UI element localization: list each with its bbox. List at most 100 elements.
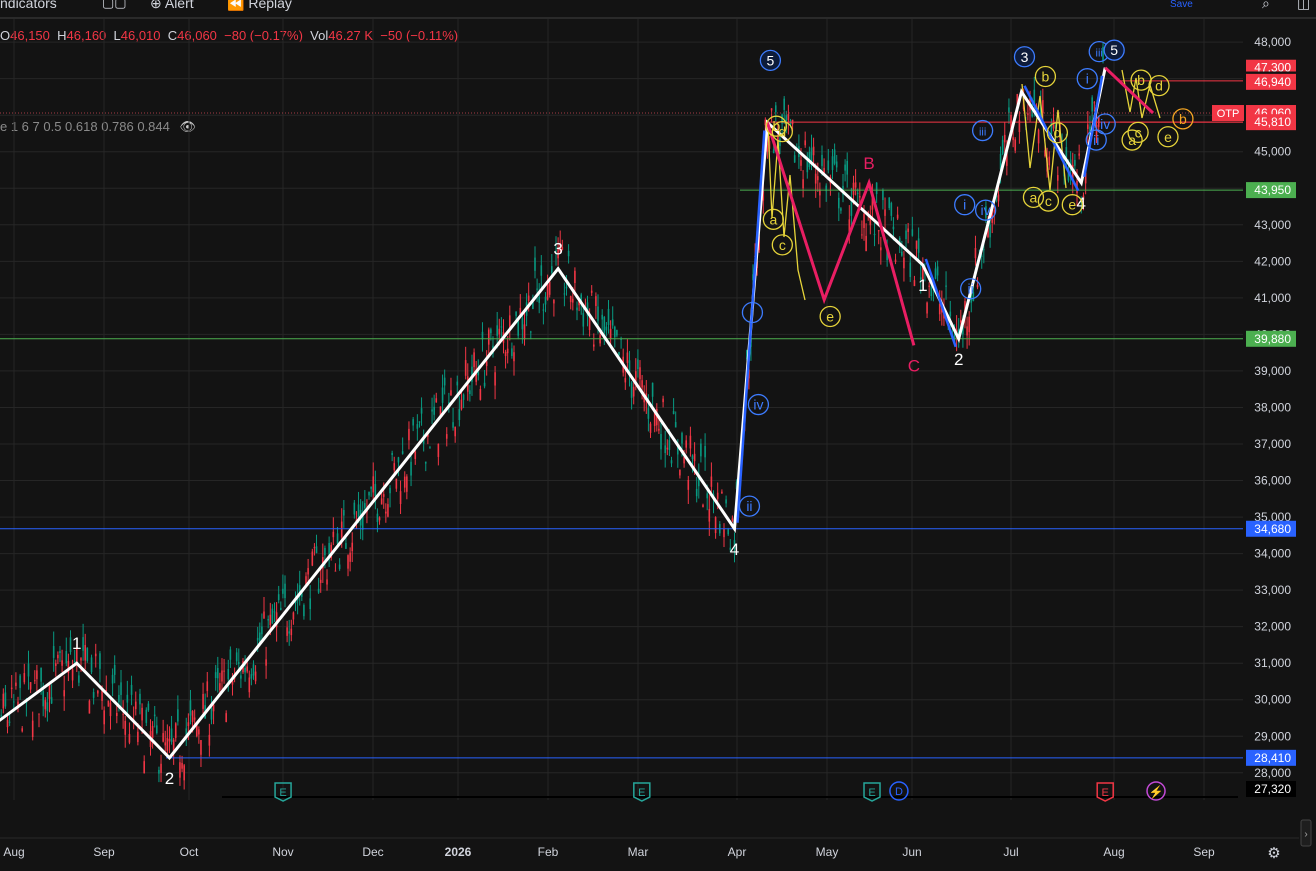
candle-body — [1027, 113, 1029, 115]
circled-label: iii — [971, 119, 994, 142]
candle-body — [456, 381, 459, 386]
candle-body — [852, 182, 855, 195]
candle-body — [187, 722, 190, 726]
candle-body — [399, 491, 402, 505]
price-label: 39,880 — [1246, 330, 1296, 347]
candle-body — [731, 518, 734, 521]
label-text: ii — [746, 498, 752, 514]
candle-body — [122, 714, 124, 716]
candle-body — [462, 394, 465, 400]
label-text: b — [1042, 68, 1050, 84]
candle-body — [637, 359, 639, 370]
candle-body — [445, 434, 448, 439]
candle-body — [574, 270, 576, 284]
earnings-icon[interactable]: E — [633, 782, 651, 802]
candle-body — [303, 604, 305, 617]
label-text: ii — [968, 281, 974, 297]
candle-body — [1003, 134, 1006, 143]
circled-label: c — [771, 234, 793, 256]
x-tick-label: Jul — [1003, 845, 1018, 859]
settings-gear-icon[interactable]: ⚙ — [1267, 845, 1280, 862]
dividend-icon[interactable]: D — [889, 781, 909, 801]
candle-body — [250, 674, 253, 679]
marker-text: E — [279, 787, 286, 799]
x-tick-label: Jun — [902, 845, 921, 859]
candle-body — [647, 408, 650, 419]
candle-body — [997, 194, 1000, 202]
candle-body — [382, 494, 385, 497]
candle-body — [835, 161, 838, 168]
candle-body — [915, 240, 918, 249]
y-tick-label: 34,000 — [1254, 547, 1291, 561]
candle-body — [380, 498, 383, 505]
label-text: b — [1179, 111, 1187, 127]
candle-body — [0, 715, 3, 717]
wave-labels: 1234124BC — [72, 154, 1086, 788]
candle-body — [511, 348, 513, 357]
candle-body — [158, 769, 160, 774]
candle-body — [88, 700, 91, 714]
candle-body — [716, 492, 719, 499]
candle-body — [94, 653, 97, 657]
candle-body — [263, 611, 265, 619]
label-text: i — [1086, 71, 1089, 87]
candle-body — [706, 493, 708, 499]
candle-body — [202, 693, 204, 709]
candle-body — [433, 406, 435, 415]
primary-wave-line[interactable] — [0, 67, 1107, 761]
candle-body — [4, 692, 7, 707]
candle-body — [479, 389, 482, 400]
candle-body — [15, 682, 17, 686]
candle-body — [565, 286, 568, 289]
wave-label: 1 — [918, 276, 927, 295]
x-tick-label: Aug — [3, 845, 24, 859]
candle-body — [90, 657, 93, 673]
impulse-wave-line[interactable] — [924, 258, 957, 348]
flash-icon[interactable]: ⚡ — [1146, 781, 1166, 801]
candle-body — [50, 697, 53, 704]
candle-body — [515, 311, 517, 316]
candle-body — [846, 160, 849, 175]
candle-body — [614, 326, 616, 338]
candle-body — [590, 290, 593, 293]
candle-body — [311, 551, 314, 566]
label-text: iv — [753, 397, 763, 413]
candle-body — [10, 687, 13, 690]
earnings-icon[interactable]: E — [1096, 782, 1114, 802]
candle-body — [529, 331, 532, 333]
candle-body — [452, 422, 454, 428]
price-axis[interactable]: 28,000 29,000 30,000 31,000 32,000 33,000 34,0… — [1244, 19, 1316, 801]
candle-body — [36, 670, 38, 680]
candle-body — [490, 329, 492, 334]
candle-body — [429, 447, 431, 449]
candle-body — [46, 702, 49, 712]
corrective-wave-line[interactable] — [765, 122, 916, 346]
candle-body — [793, 155, 796, 163]
circled-label: 3 — [1013, 46, 1036, 68]
label-text: 5 — [766, 52, 774, 68]
candle-body — [666, 447, 669, 450]
candle-body — [538, 296, 540, 303]
time-axis[interactable]: Aug Sep Oct Nov Dec 2026 Feb Mar Apr May Jun Jul Aug… — [0, 837, 1299, 859]
candle-body — [6, 720, 9, 728]
price-chart[interactable]: 1234124BC5iiivibdaceiiiiviii3ba cdeiiiiii… — [0, 0, 1316, 871]
candle-body — [391, 453, 393, 455]
candles — [0, 42, 1104, 790]
candle-body — [567, 250, 570, 257]
candle-body — [61, 660, 63, 666]
price-label-text: 45,810 — [1254, 115, 1291, 129]
earnings-icon[interactable]: E — [863, 782, 881, 802]
candle-body — [934, 268, 937, 279]
candle-body — [664, 445, 666, 454]
label-text: d — [1155, 78, 1163, 94]
impulse-wave-line[interactable] — [736, 130, 766, 523]
candle-body — [616, 329, 618, 336]
candle-body — [124, 720, 127, 735]
circled-label: b — [1172, 108, 1194, 130]
candle-body — [265, 659, 267, 666]
candle-body — [153, 714, 156, 717]
candle-body — [460, 399, 463, 410]
candle-body — [269, 614, 272, 626]
y-tick-label: 38,000 — [1254, 400, 1291, 414]
candle-body — [208, 734, 211, 746]
